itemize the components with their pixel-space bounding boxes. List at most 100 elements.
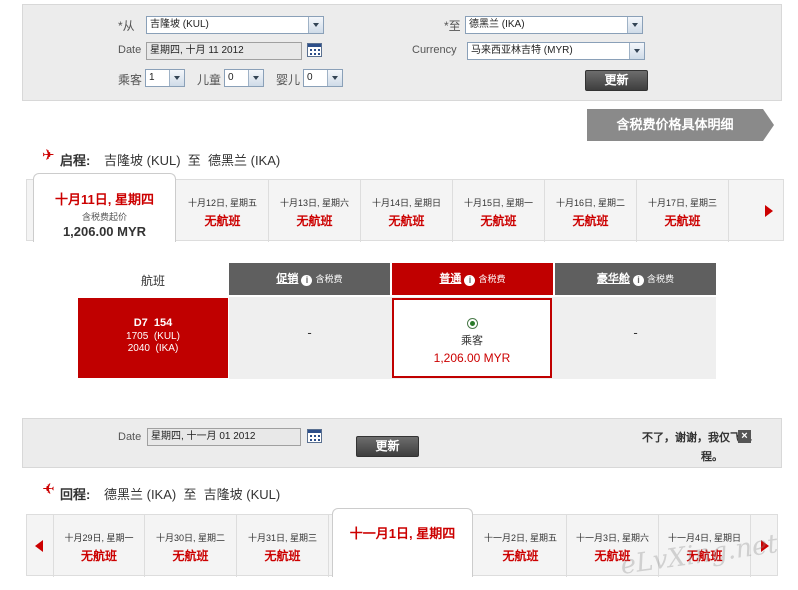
date-tab-date: 十月30日, 星期二 [155,533,225,543]
chevron-down-icon[interactable] [169,70,184,86]
date-field[interactable]: 星期四, 十月 11 2012 [146,42,302,60]
date-tab-date: 十月29日, 星期一 [64,533,134,543]
date-tab[interactable]: 十月17日, 星期三 无航班 [637,180,729,242]
to-select-value: 德黑兰 (IKA) [469,19,525,30]
to-select[interactable]: 德黑兰 (IKA) [465,16,643,34]
date-tab[interactable]: 十月29日, 星期一无航班 [53,515,145,577]
date-tab[interactable]: 十月14日, 星期日无航班 [361,180,453,242]
plane-depart-icon: ✈ [42,147,55,164]
date-tab-date: 十一月2日, 星期五 [483,533,557,543]
fare-column-name: 促销 [276,273,299,285]
inbound-route: 德黑兰 (IKA) 至 吉隆坡 (KUL) [104,487,281,502]
outbound-selected-date-tab[interactable]: 十月11日, 星期四 含税费起价 1,206.00 MYR [33,173,176,242]
info-icon[interactable]: i [464,275,476,286]
selected-date-label: 十月11日, 星期四 [55,192,154,207]
date-tab[interactable]: 十月16日, 星期二无航班 [545,180,637,242]
inbound-selected-date-tab[interactable]: 十一月1日, 星期四 [332,508,473,577]
date-label: Date [118,44,142,56]
fare-column-premium: 豪华舱 i 含税费 [555,263,716,295]
plane-return-icon: ✈ [42,481,55,498]
prev-dates-arrow-icon[interactable] [35,540,43,552]
info-icon[interactable]: i [301,275,313,286]
tax-detail-button[interactable]: 含税费价格具体明细 [587,109,763,141]
child-select-value: 0 [228,72,234,83]
outbound-route: 吉隆坡 (KUL) 至 德黑兰 (IKA) [104,153,281,168]
return-date-field[interactable]: 星期四, 十一月 01 2012 [147,428,301,446]
date-tab-note: 无航班 [264,549,301,563]
outbound-prefix: 启程: [60,153,91,168]
premium-fare-cell: - [633,325,638,340]
fare-column-promo: 促销 i 含税费 [229,263,390,295]
fare-column-note: 含税费 [478,274,506,284]
chevron-down-icon[interactable] [248,70,263,86]
tax-detail-arrow [763,109,774,141]
date-tab-date: 十月17日, 星期三 [647,198,717,208]
chevron-down-icon[interactable] [308,17,323,33]
fare-column-name: 普通 [439,273,462,285]
infant-select[interactable]: 0 [303,69,343,87]
one-way-option[interactable]: 不了，谢谢，我仅飞单 程。 [612,429,752,464]
chevron-down-icon[interactable] [627,17,642,33]
arrive-time: 2040 (IKA) [127,343,179,354]
next-dates-arrow-icon[interactable] [765,205,773,217]
chevron-down-icon[interactable] [629,43,644,59]
regular-price: 1,206.00 MYR [433,351,511,365]
child-label: 儿童 [197,73,222,87]
date-tab-date: 十月13日, 星期六 [279,198,349,208]
date-tab[interactable]: 十一月2日, 星期五无航班 [475,515,567,577]
date-tab-note: 无航班 [296,214,333,228]
calendar-icon[interactable] [307,43,322,57]
fare-radio[interactable] [466,318,478,329]
selected-date-label: 十一月1日, 星期四 [349,526,456,541]
promo-fare-cell: - [307,325,312,340]
one-way-text-cont: 程。 [701,451,723,463]
child-select[interactable]: 0 [224,69,264,87]
date-tab[interactable]: 十月31日, 星期三 无航班 [237,515,329,577]
adult-label: 乘客 [118,73,143,87]
date-tab-date: 十月16日, 星期二 [555,198,625,208]
date-tab-date: 十月14日, 星期日 [371,198,441,208]
from-label: *从 [118,19,135,33]
chevron-down-icon[interactable] [327,70,342,86]
return-date-label: Date [118,431,142,443]
flight-column-header: 航班 [140,274,165,288]
date-tab-note: 无航班 [204,214,241,228]
fare-column-name: 豪华舱 [596,273,630,285]
return-update-button[interactable]: 更新 [356,436,419,457]
date-tab-date: 十一月3日, 星期六 [575,533,649,543]
date-tab-note: 无航班 [172,549,209,563]
date-tab-date: 十月12日, 星期五 [187,198,257,208]
date-tab-note: 无航班 [388,214,425,228]
infant-label: 婴儿 [276,73,301,87]
adult-select[interactable]: 1 [145,69,185,87]
date-tab[interactable]: 十月12日, 星期五无航班 [177,180,269,242]
tax-detail-label: 含税费价格具体明细 [616,117,734,132]
date-tab-note: 无航班 [502,549,539,563]
date-tab-note: 无航班 [572,214,609,228]
date-tab-date: 十月15日, 星期一 [463,198,533,208]
inbound-prefix: 回程: [60,487,91,502]
one-way-text: 不了，谢谢，我仅飞单 [642,432,752,444]
date-tab[interactable]: 十月13日, 星期六无航班 [269,180,361,242]
currency-label: Currency [412,44,457,56]
depart-time: 1705 (KUL) [126,331,180,342]
regular-fare-cell[interactable]: 乘客 1,206.00 MYR [392,298,552,378]
date-tab-note: 无航班 [80,549,117,563]
selected-price: 1,206.00 MYR [62,224,147,239]
from-select[interactable]: 吉隆坡 (KUL) [146,16,324,34]
close-icon[interactable]: × [738,430,751,443]
date-tab[interactable]: 十月30日, 星期二无航班 [145,515,237,577]
fare-column-note: 含税费 [647,274,675,284]
date-tab[interactable]: 十月15日, 星期一无航班 [453,180,545,242]
fare-column-regular: 普通 i 含税费 [392,263,553,295]
calendar-icon[interactable] [307,429,322,443]
regular-pax-label: 乘客 [461,335,483,347]
date-tab-note: 无航班 [480,214,517,228]
infant-select-value: 0 [307,72,313,83]
to-label: *至 [444,19,461,33]
update-button[interactable]: 更新 [585,70,648,91]
adult-select-value: 1 [149,72,155,83]
currency-select[interactable]: 马来西亚林吉特 (MYR) [467,42,645,60]
info-icon[interactable]: i [632,275,644,286]
flight-number: D7 154 [133,317,173,329]
